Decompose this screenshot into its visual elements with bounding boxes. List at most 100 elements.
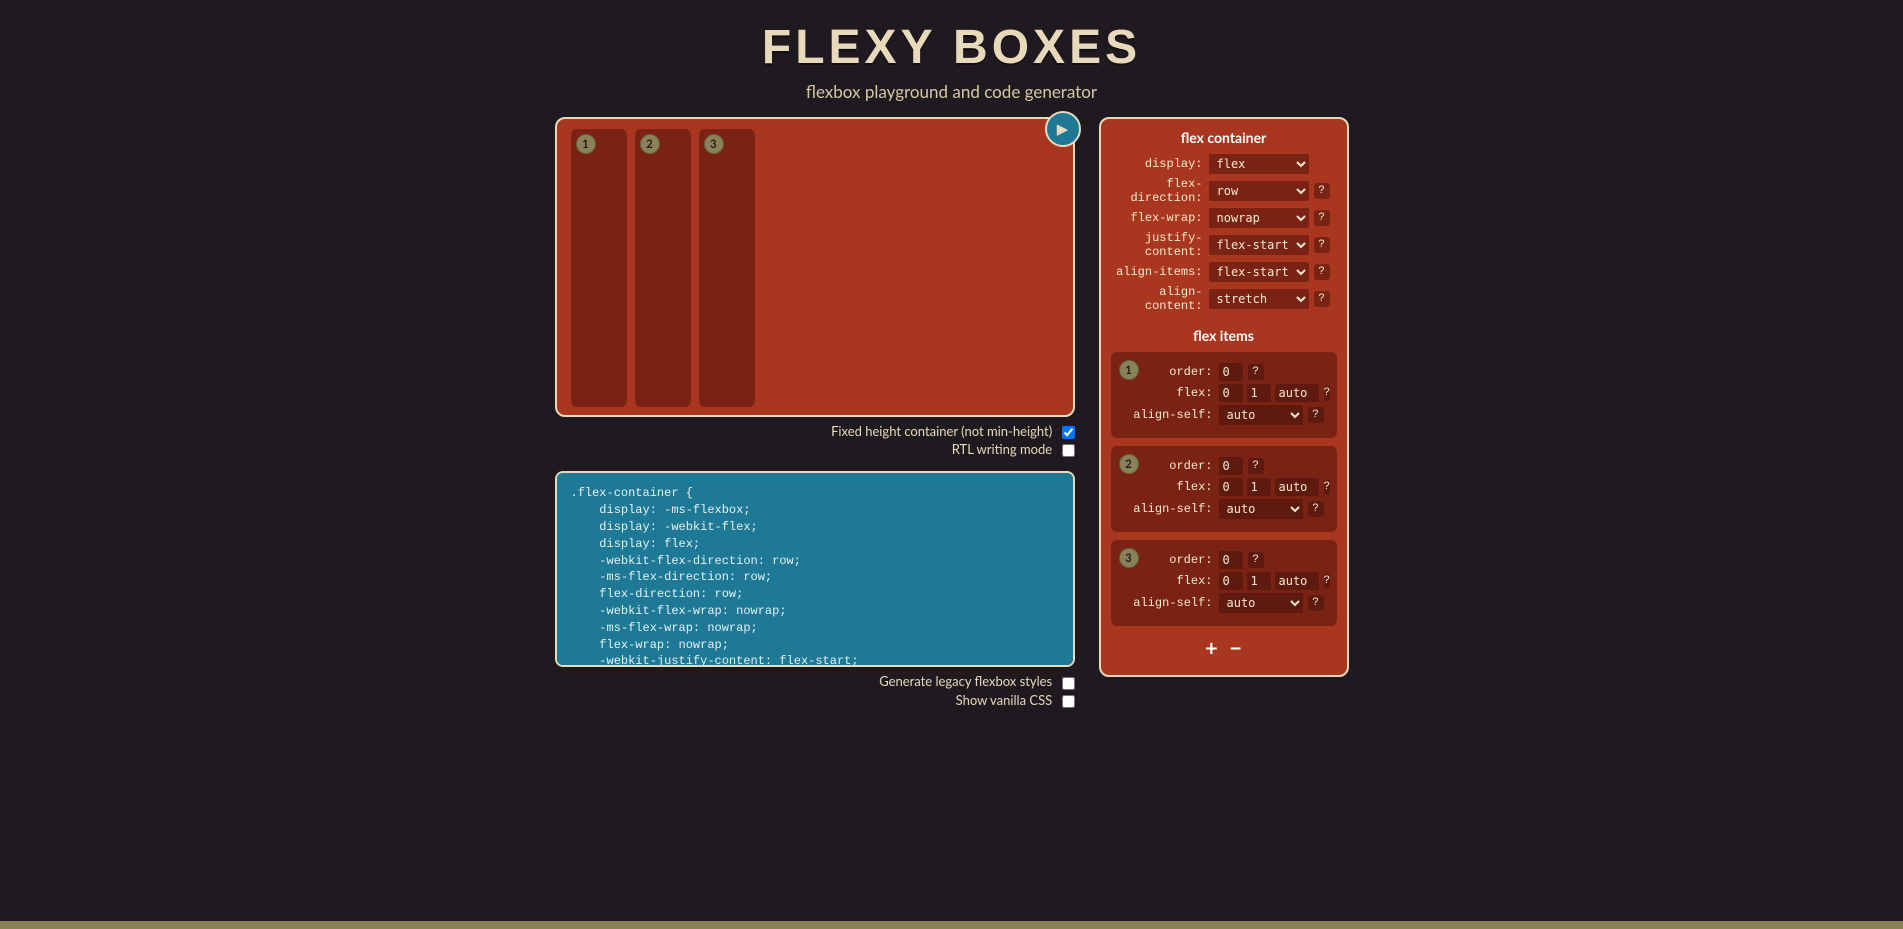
footer-bar (0, 921, 1903, 929)
align-content-label: align-content: (1109, 285, 1209, 313)
help-icon[interactable]: ? (1314, 183, 1330, 199)
display-label: display: (1109, 157, 1209, 171)
align-self-select[interactable]: auto (1219, 499, 1303, 519)
help-icon[interactable]: ? (1324, 573, 1331, 589)
flex-wrap-label: flex-wrap: (1109, 211, 1209, 225)
help-icon[interactable]: ? (1248, 364, 1264, 380)
order-input[interactable] (1219, 551, 1243, 569)
code-options: Generate legacy flexbox styles Show vani… (555, 673, 1075, 707)
flex-shrink-input[interactable] (1247, 572, 1271, 590)
align-items-label: align-items: (1109, 265, 1209, 279)
rtl-checkbox[interactable] (1062, 444, 1075, 457)
align-self-row: align-self:auto? (1119, 499, 1329, 519)
arrow-right-icon: ▶ (1057, 120, 1069, 138)
fixed-height-label[interactable]: Fixed height container (not min-height) (555, 423, 1075, 439)
align-self-row: align-self:auto? (1119, 593, 1329, 613)
container-title: flex container (1109, 129, 1339, 146)
fixed-height-checkbox[interactable] (1062, 426, 1075, 439)
justify-content-row: justify-content: flex-start ? (1109, 231, 1339, 259)
align-items-row: align-items: flex-start ? (1109, 262, 1339, 282)
order-row: order:? (1119, 457, 1329, 475)
display-select[interactable]: flex (1209, 154, 1309, 174)
flex-wrap-row: flex-wrap: nowrap ? (1109, 208, 1339, 228)
help-icon[interactable]: ? (1314, 264, 1330, 280)
legacy-checkbox[interactable] (1062, 677, 1075, 690)
preview-item[interactable]: 1 (571, 129, 627, 407)
help-icon[interactable]: ? (1314, 237, 1330, 253)
items-title: flex items (1109, 327, 1339, 344)
vanilla-label[interactable]: Show vanilla CSS (555, 692, 1075, 708)
help-icon[interactable]: ? (1248, 458, 1264, 474)
flex-preview: 1 2 3 (555, 117, 1075, 417)
help-icon[interactable]: ? (1308, 595, 1324, 611)
flex-direction-select[interactable]: row (1209, 181, 1309, 201)
align-self-select[interactable]: auto (1219, 593, 1303, 613)
align-content-select[interactable]: stretch (1209, 289, 1309, 309)
flex-basis-input[interactable] (1275, 384, 1319, 402)
flex-shrink-input[interactable] (1247, 478, 1271, 496)
order-input[interactable] (1219, 457, 1243, 475)
align-content-row: align-content: stretch ? (1109, 285, 1339, 313)
item-panel: 3order:?flex: ?align-self:auto? (1111, 540, 1337, 626)
flex-grow-input[interactable] (1219, 384, 1243, 402)
justify-content-label: justify-content: (1109, 231, 1209, 259)
remove-item-button[interactable]: − (1229, 634, 1242, 661)
preview-wrap: ▶ 1 2 3 (555, 117, 1075, 417)
label-text: Fixed height container (not min-height) (831, 423, 1052, 439)
flex-grow-input[interactable] (1219, 572, 1243, 590)
main-layout: ▶ 1 2 3 Fixed height container (not min-… (352, 117, 1552, 710)
label-text: RTL writing mode (952, 441, 1052, 457)
flex-label: flex: (1119, 480, 1219, 494)
preview-options: Fixed height container (not min-height) … (555, 423, 1075, 457)
subtitle: flexbox playground and code generator (0, 81, 1903, 102)
help-icon[interactable]: ? (1324, 479, 1331, 495)
help-icon[interactable]: ? (1314, 210, 1330, 226)
add-item-button[interactable]: + (1205, 634, 1218, 661)
add-remove-row: + − (1109, 634, 1339, 661)
flex-grow-input[interactable] (1219, 478, 1243, 496)
align-self-label: align-self: (1119, 596, 1219, 610)
align-items-select[interactable]: flex-start (1209, 262, 1309, 282)
code-output[interactable]: .flex-container { display: -ms-flexbox; … (555, 471, 1075, 667)
order-row: order:? (1119, 363, 1329, 381)
rtl-label[interactable]: RTL writing mode (555, 441, 1075, 457)
help-icon[interactable]: ? (1308, 501, 1324, 517)
align-self-label: align-self: (1119, 502, 1219, 516)
item-badge: 1 (576, 134, 596, 154)
flex-shrink-input[interactable] (1247, 384, 1271, 402)
item-badge: 2 (640, 134, 660, 154)
label-text: Show vanilla CSS (956, 692, 1053, 708)
order-input[interactable] (1219, 363, 1243, 381)
align-self-label: align-self: (1119, 408, 1219, 422)
justify-content-select[interactable]: flex-start (1209, 235, 1309, 255)
flex-basis-input[interactable] (1275, 478, 1319, 496)
header: FLEXY BOXES flexbox playground and code … (0, 0, 1903, 117)
display-row: display: flex (1109, 154, 1339, 174)
vanilla-checkbox[interactable] (1062, 695, 1075, 708)
direction-arrow-button[interactable]: ▶ (1045, 111, 1081, 147)
order-row: order:? (1119, 551, 1329, 569)
item-badge: 1 (1119, 360, 1139, 380)
help-icon[interactable]: ? (1324, 385, 1331, 401)
left-column: ▶ 1 2 3 Fixed height container (not min-… (555, 117, 1075, 710)
preview-item[interactable]: 3 (699, 129, 755, 407)
preview-item[interactable]: 2 (635, 129, 691, 407)
flex-row: flex: ? (1119, 384, 1329, 402)
flex-basis-input[interactable] (1275, 572, 1319, 590)
align-self-row: align-self:auto? (1119, 405, 1329, 425)
align-self-select[interactable]: auto (1219, 405, 1303, 425)
flex-direction-row: flex-direction: row ? (1109, 177, 1339, 205)
item-panel: 2order:?flex: ?align-self:auto? (1111, 446, 1337, 532)
item-badge: 2 (1119, 454, 1139, 474)
right-column: flex container display: flex flex-direct… (1099, 117, 1349, 710)
flex-label: flex: (1119, 574, 1219, 588)
item-badge: 3 (704, 134, 724, 154)
flex-wrap-select[interactable]: nowrap (1209, 208, 1309, 228)
help-icon[interactable]: ? (1248, 552, 1264, 568)
flex-direction-label: flex-direction: (1109, 177, 1209, 205)
flex-label: flex: (1119, 386, 1219, 400)
help-icon[interactable]: ? (1314, 291, 1330, 307)
flex-row: flex: ? (1119, 572, 1329, 590)
legacy-label[interactable]: Generate legacy flexbox styles (555, 673, 1075, 689)
help-icon[interactable]: ? (1308, 407, 1324, 423)
